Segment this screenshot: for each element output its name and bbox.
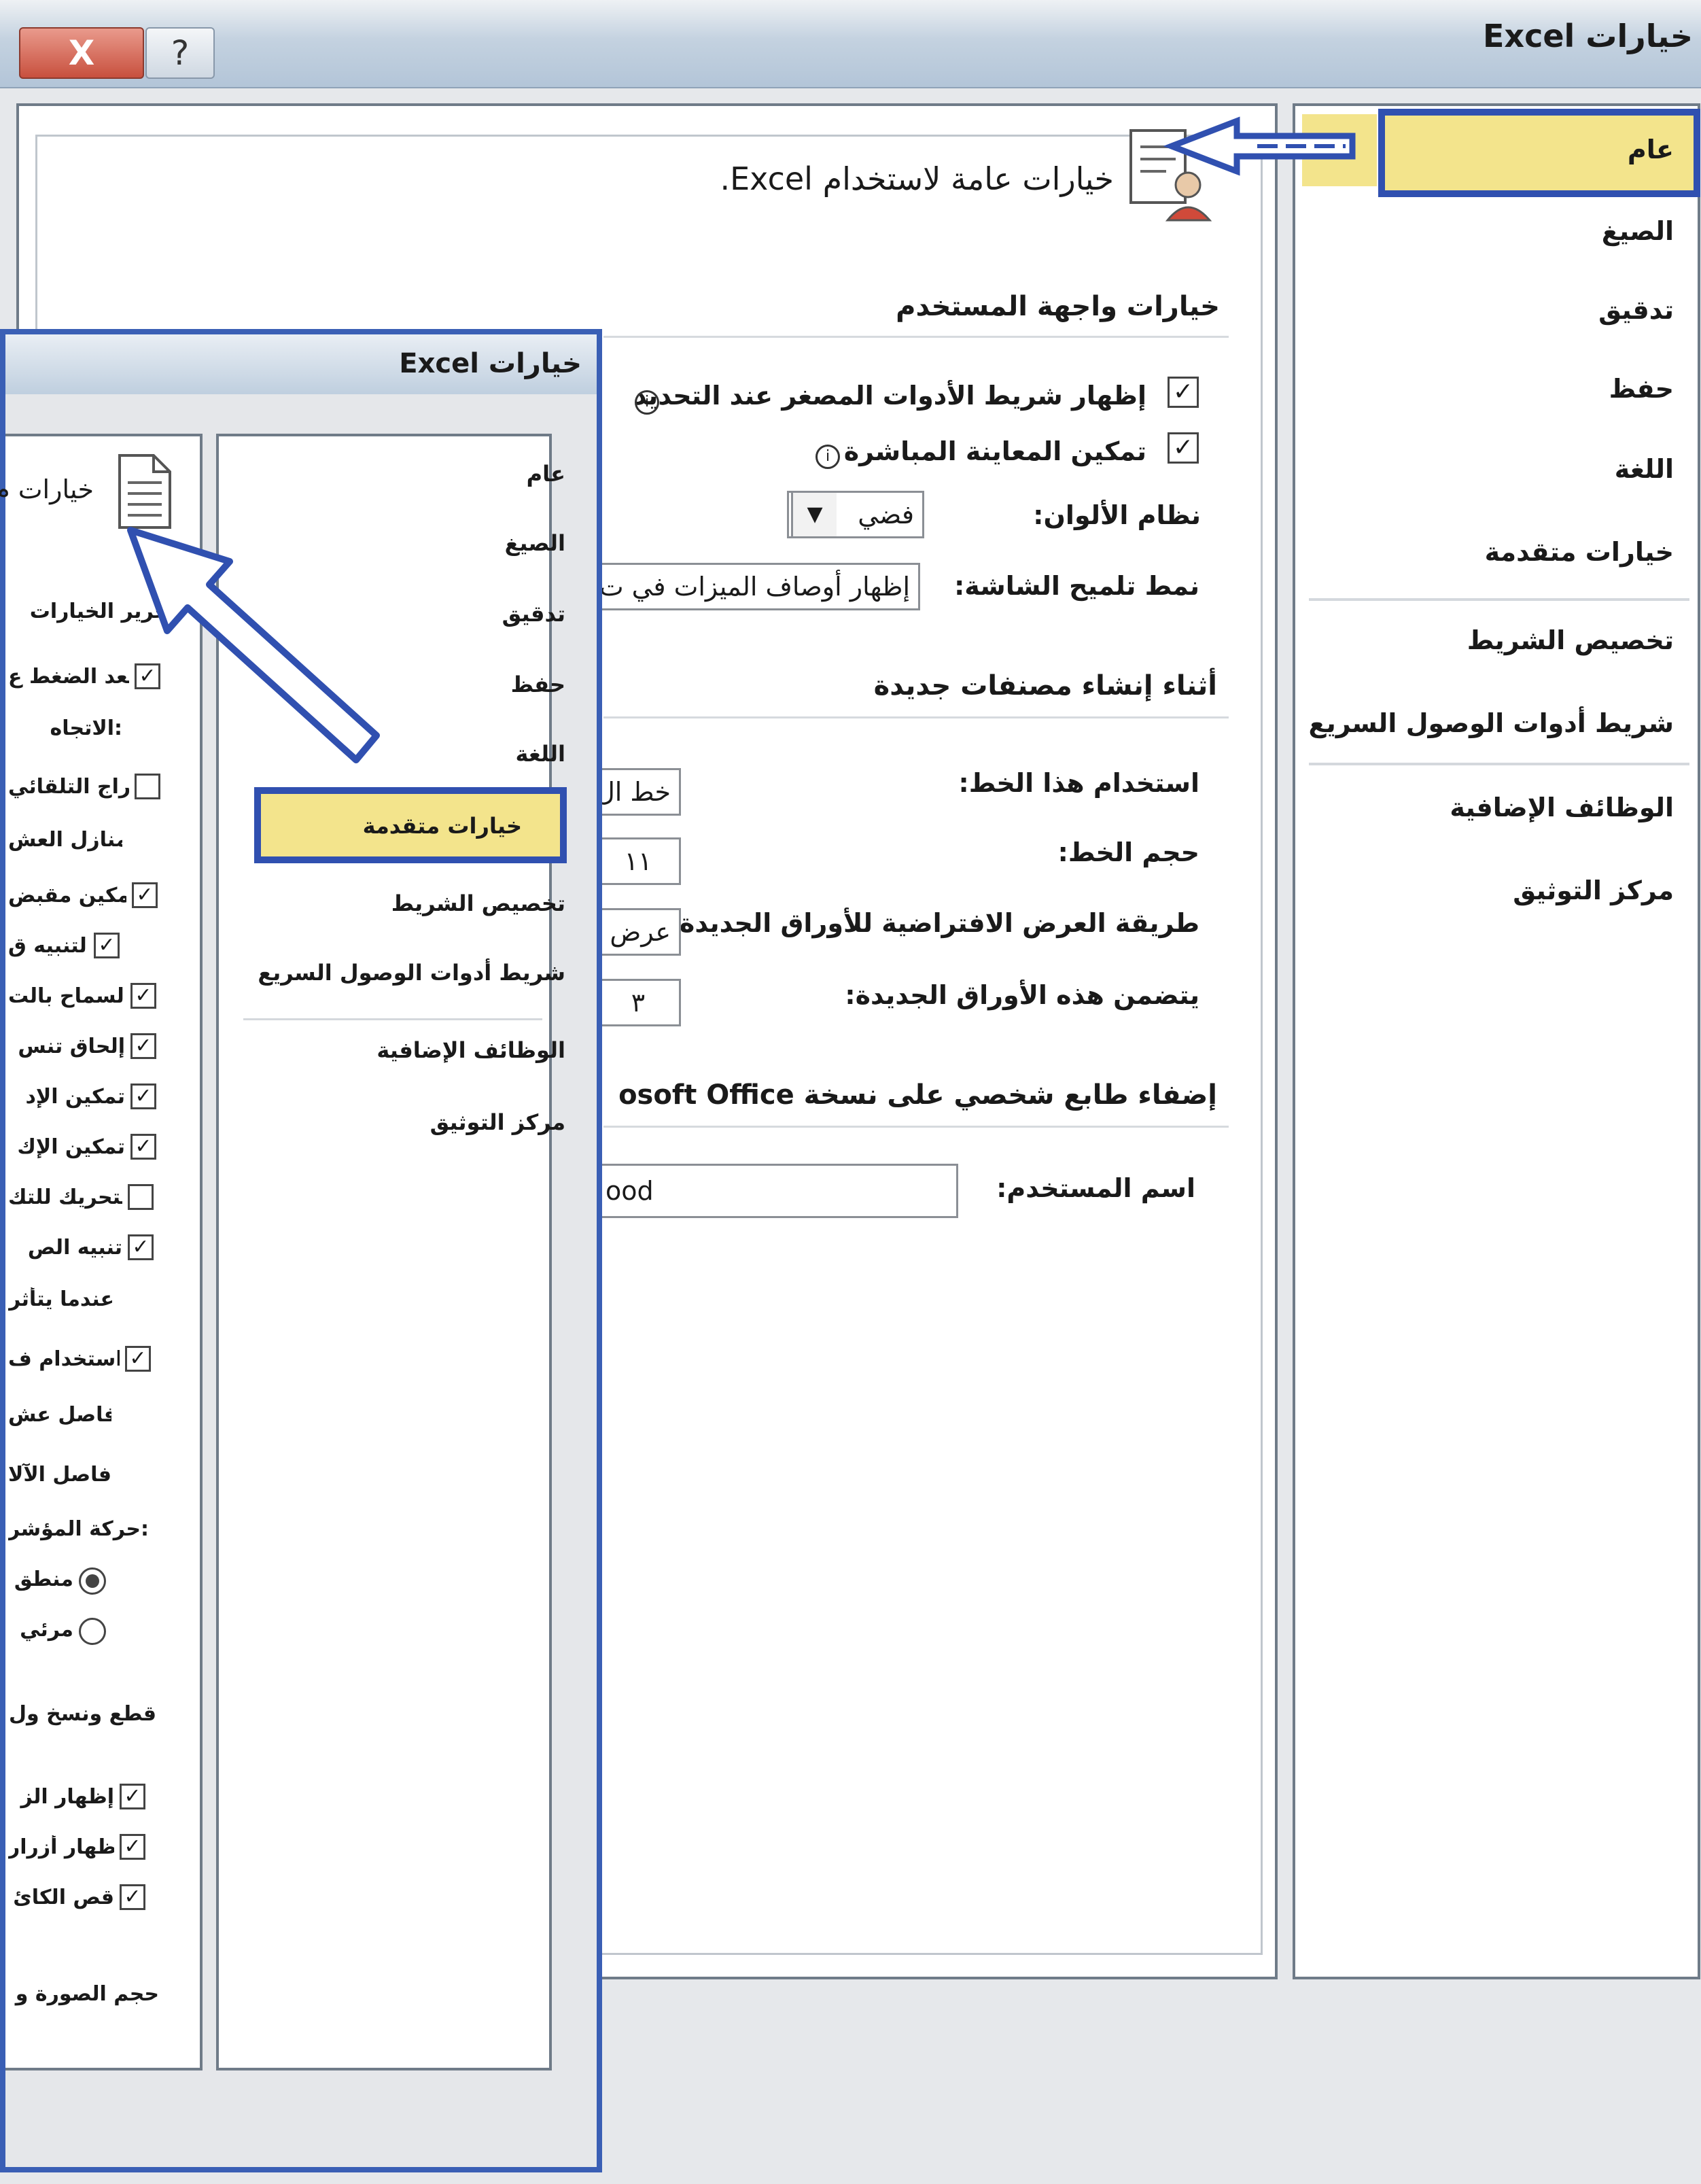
inset-option-label: فاصل الآلا xyxy=(8,1463,111,1487)
inset-option-label: حركة المؤشر: xyxy=(8,1517,147,1541)
inset-checkbox[interactable] xyxy=(128,1184,154,1210)
close-button[interactable]: X xyxy=(19,27,144,79)
sidebar-item-trust-center[interactable]: مركز التوثيق xyxy=(1513,876,1674,905)
inset-checkbox[interactable]: ✓ xyxy=(120,1834,145,1860)
sidebar-item-customize-ribbon[interactable]: تخصيص الشريط xyxy=(1467,625,1674,655)
inset-checkbox[interactable]: ✓ xyxy=(94,933,120,958)
inset-option-label: التنبيه ق xyxy=(8,934,88,958)
inset-option-label: تمكين مقبض xyxy=(8,884,126,907)
inset-option-label: إظهار الز xyxy=(20,1785,114,1809)
inset-option-label: فاصل عش xyxy=(8,1403,111,1427)
sidebar-item-save[interactable]: حفظ xyxy=(1609,374,1674,404)
annotation-arrow xyxy=(127,527,380,763)
inset-option-label: إدراج التلقائي xyxy=(8,775,129,799)
info-icon: i xyxy=(816,445,840,469)
live-preview-label: تمكين المعاينة المباشرة xyxy=(843,436,1146,466)
cursor-logical-radio[interactable] xyxy=(79,1567,106,1595)
sheet-count-stepper[interactable]: ٣ xyxy=(595,979,681,1026)
sidebar-item-formulas[interactable]: الصيغ xyxy=(1602,216,1674,246)
inset-dialog-title: خيارات Excel xyxy=(399,348,582,379)
section-title-new-workbooks: أثناء إنشاء مصنفات جديدة xyxy=(873,670,1217,701)
dialog-title: خيارات Excel xyxy=(1482,18,1693,54)
section-divider xyxy=(603,716,1229,718)
inset-option-label: التحريك للتك xyxy=(8,1185,122,1209)
inset-option-label: الاتجاه: xyxy=(50,716,122,740)
inset-option-label: قص الكائ xyxy=(13,1886,114,1909)
inset-sidebar-item-formulas[interactable]: الصيغ xyxy=(505,530,565,556)
sidebar-divider xyxy=(243,1018,542,1020)
chevron-down-icon[interactable]: ▼ xyxy=(791,493,837,536)
mini-toolbar-label: إظهار شريط الأدوات المصغر عند التحديد xyxy=(633,381,1146,411)
inset-sidebar-item-add-ins[interactable]: الوظائف الإضافية xyxy=(376,1037,565,1063)
sidebar-divider xyxy=(1309,598,1689,601)
inset-sidebar-item-save[interactable]: حفظ xyxy=(511,672,565,697)
font-size-select[interactable]: ١١ xyxy=(595,837,681,885)
inset-option-label: المنازل العش xyxy=(8,828,122,852)
inset-title-bar: خيارات Excel xyxy=(5,334,597,394)
live-preview-checkbox[interactable]: ✓ xyxy=(1168,432,1199,464)
inset-sidebar-item-customize-ribbon[interactable]: تخصيص الشريط xyxy=(391,890,565,916)
mini-toolbar-checkbox[interactable]: ✓ xyxy=(1168,377,1199,408)
inset-option-label: استخدام ف xyxy=(8,1347,120,1371)
inset-option-label: السماح بالت xyxy=(8,984,125,1008)
help-button[interactable]: ? xyxy=(145,27,215,79)
inset-sidebar-item-quick-access-toolbar[interactable]: شريط أدوات الوصول السريع xyxy=(258,960,565,986)
inset-sidebar-item-proofing[interactable]: تدقيق xyxy=(502,601,565,627)
title-bar: خيارات Excel X ? xyxy=(0,0,1701,88)
inset-checkbox[interactable]: ✓ xyxy=(130,1134,156,1160)
inset-checkbox[interactable]: ✓ xyxy=(132,882,158,908)
color-scheme-label: نظام الألوان: xyxy=(1033,500,1201,530)
inset-checkbox[interactable]: ✓ xyxy=(120,1884,145,1910)
sidebar-item-general[interactable]: عام xyxy=(1628,135,1674,164)
info-icon: i xyxy=(635,390,659,415)
inset-section-title-cut-copy: قطع ونسخ ول xyxy=(9,1702,156,1726)
font-label: استخدام هذا الخط: xyxy=(958,768,1199,798)
screentip-style-label: نمط تلميح الشاشة: xyxy=(954,571,1199,601)
sidebar-item-proofing[interactable]: تدقيق xyxy=(1598,295,1674,325)
inset-option-label: تمكين الإك xyxy=(17,1135,125,1159)
inset-page-heading: خيارات م xyxy=(0,474,94,504)
inset-sidebar-item-trust-center[interactable]: مركز التوثيق xyxy=(430,1109,565,1135)
cursor-visual-radio[interactable] xyxy=(79,1618,106,1645)
user-name-input[interactable]: ood xyxy=(595,1164,958,1218)
inset-checkbox[interactable]: ✓ xyxy=(130,1033,156,1059)
section-divider xyxy=(603,1126,1229,1128)
inset-checkbox[interactable]: ✓ xyxy=(128,1234,154,1260)
inset-option-label: تمكين الإد xyxy=(25,1085,125,1109)
inset-option-label: إلحاق تنس xyxy=(18,1035,125,1058)
section-title-ui: خيارات واجهة المستخدم xyxy=(896,291,1220,322)
inset-option-label: إظهار أزرار xyxy=(8,1835,114,1859)
inset-sidebar-item-advanced[interactable]: خيارات متقدمة xyxy=(363,813,522,839)
sidebar-item-quick-access-toolbar[interactable]: شريط أدوات الوصول السريع xyxy=(1309,708,1674,738)
user-name-label: اسم المستخدم: xyxy=(996,1173,1195,1203)
inset-option-label: تنبيه الص xyxy=(27,1236,122,1260)
inset-option-label: منطق xyxy=(14,1567,73,1591)
inset-sidebar-item-general[interactable]: عام xyxy=(527,461,565,487)
inset-option-label: مرئي xyxy=(20,1618,73,1642)
annotation-arrow xyxy=(1163,116,1356,176)
default-view-select[interactable]: عرض xyxy=(595,908,681,956)
sidebar-item-add-ins[interactable]: الوظائف الإضافية xyxy=(1450,793,1674,822)
sidebar-item-language[interactable]: اللغة xyxy=(1615,454,1674,484)
default-view-label: طريقة العرض الافتراضية للأوراق الجديدة: xyxy=(669,908,1199,938)
sheet-count-label: يتضمن هذه الأوراق الجديدة: xyxy=(845,980,1199,1010)
inset-option-label: بعد الضغط ع xyxy=(8,665,129,689)
page-heading: خيارات عامة لاستخدام Excel. xyxy=(720,160,1114,197)
sidebar-divider xyxy=(1309,763,1689,765)
sidebar-item-advanced[interactable]: خيارات متقدمة xyxy=(1485,537,1674,567)
section-title-personalize: إضفاء طابع شخصي على نسخة osoft Office xyxy=(618,1079,1217,1111)
font-select[interactable]: خط ال xyxy=(595,768,681,816)
inset-checkbox[interactable]: ✓ xyxy=(120,1784,145,1809)
inset-checkbox[interactable]: ✓ xyxy=(130,1084,156,1109)
inset-section-title-image-size: حجم الصورة و xyxy=(15,1982,159,2006)
inset-checkbox[interactable]: ✓ xyxy=(125,1346,151,1372)
screentip-style-select[interactable]: إظهار أوصاف الميزات في ت xyxy=(598,563,920,610)
section-divider xyxy=(603,336,1229,338)
inset-option-label: عندما يتأثر xyxy=(8,1287,114,1311)
inset-checkbox[interactable]: ✓ xyxy=(130,983,156,1009)
font-size-label: حجم الخط: xyxy=(1057,837,1199,867)
inset-sidebar-item-language[interactable]: اللغة xyxy=(515,741,565,767)
